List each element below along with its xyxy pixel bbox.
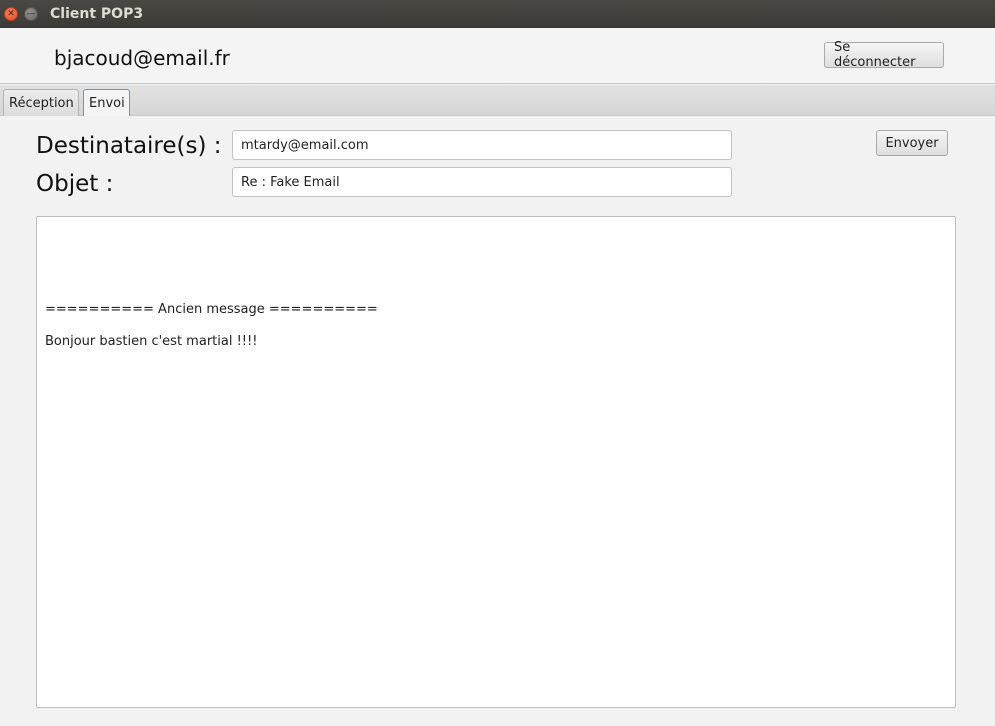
tab-bar: Réception Envoi xyxy=(0,85,995,116)
tab-envoi[interactable]: Envoi xyxy=(83,89,130,116)
minimize-icon[interactable]: — xyxy=(24,7,38,21)
title-bar: ✕ — Client POP3 xyxy=(0,0,995,28)
old-message-text: Bonjour bastien c'est martial !!!! xyxy=(45,334,258,349)
close-icon[interactable]: ✕ xyxy=(4,7,18,21)
tab-reception[interactable]: Réception xyxy=(3,89,79,116)
send-button[interactable]: Envoyer xyxy=(876,130,948,156)
subject-label: Objet : xyxy=(36,171,114,197)
recipients-field[interactable]: mtardy@email.com xyxy=(232,130,732,160)
logout-button[interactable]: Se déconnecter xyxy=(824,40,944,70)
old-message-separator: ========== Ancien message ========== xyxy=(45,302,378,317)
account-email: bjacoud@email.fr xyxy=(54,46,230,70)
message-body-textarea[interactable]: ========== Ancien message ========== Bon… xyxy=(36,216,956,708)
account-header: bjacoud@email.fr Se déconnecter xyxy=(0,28,995,84)
window-title: Client POP3 xyxy=(50,6,144,22)
recipients-label: Destinataire(s) : xyxy=(36,133,222,159)
subject-field[interactable]: Re : Fake Email xyxy=(232,167,732,197)
